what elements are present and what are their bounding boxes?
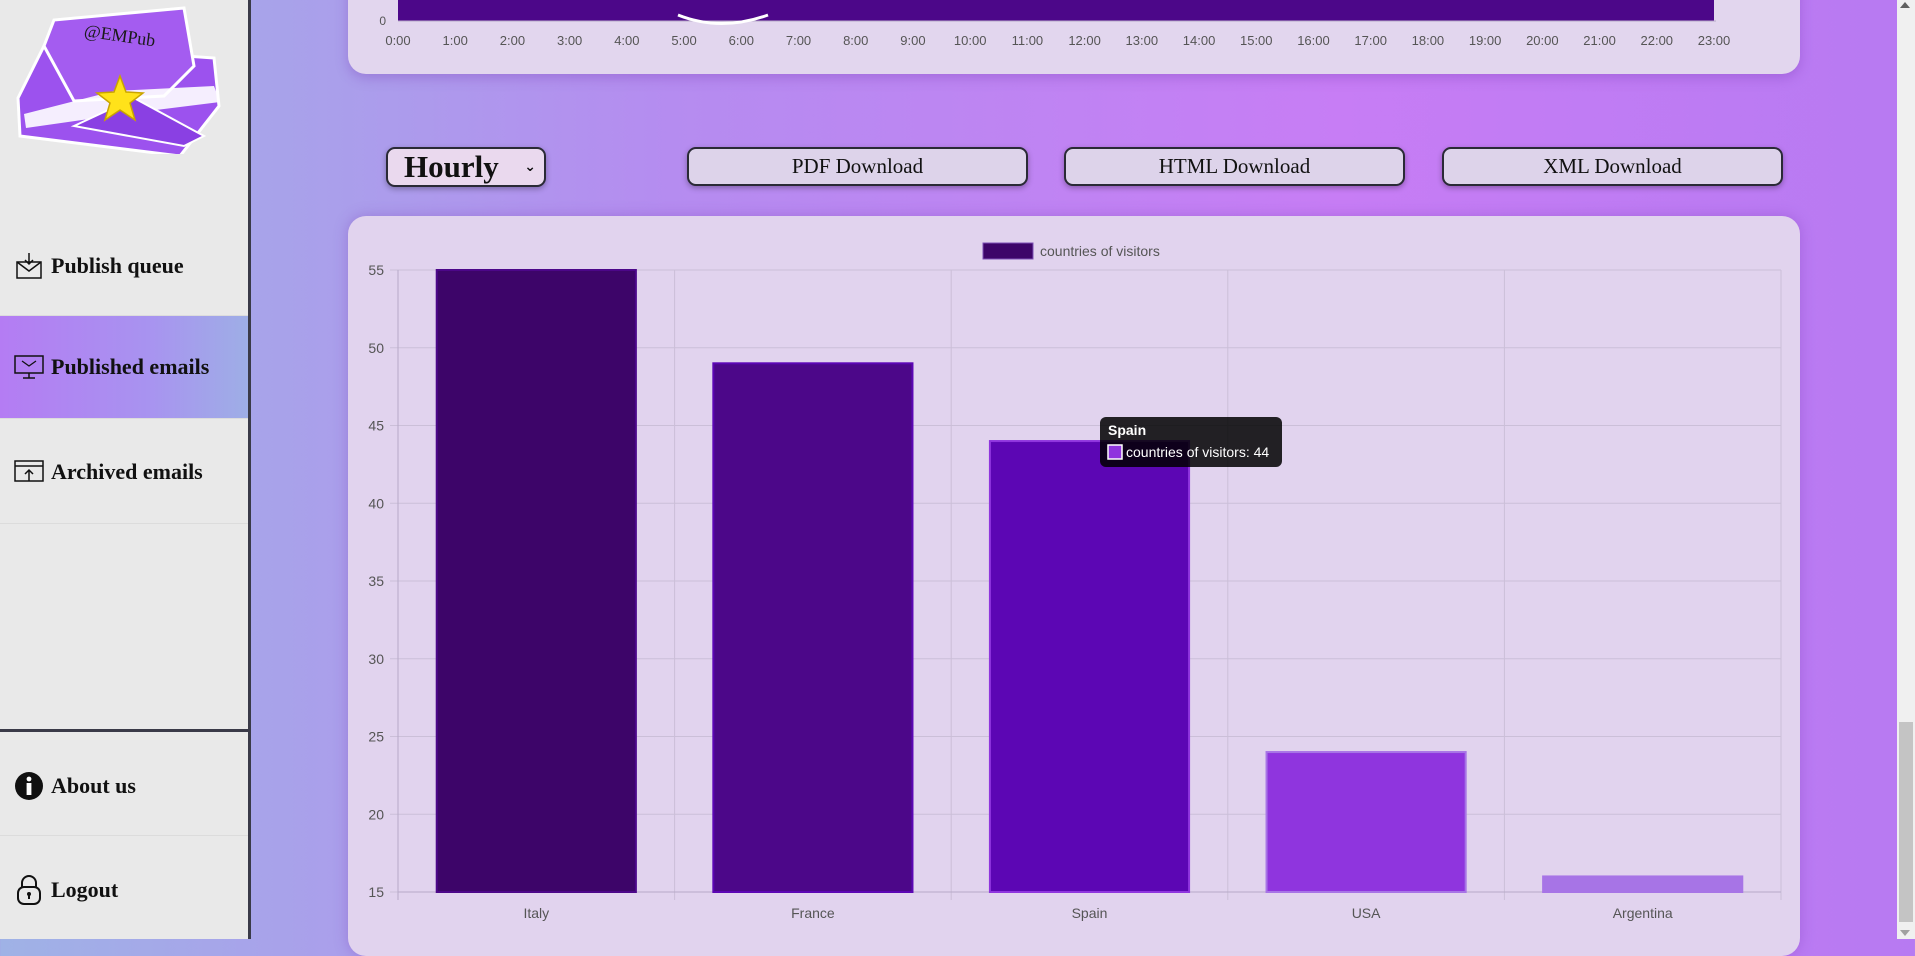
bar-argentina[interactable] xyxy=(1542,875,1744,894)
x-tick-label: 4:00 xyxy=(614,33,639,48)
x-tick-label: 23:00 xyxy=(1698,33,1731,48)
info-icon xyxy=(14,771,44,801)
x-tick-label: 12:00 xyxy=(1068,33,1101,48)
x-tick-label: 2:00 xyxy=(500,33,525,48)
countries-chart-card: 15 20 25 30 35 40 45 50 55 Italy France Spain USA Arg… xyxy=(348,216,1800,956)
xml-download-button[interactable]: XML Download xyxy=(1442,147,1783,186)
x-tick-label: 8:00 xyxy=(843,33,868,48)
chart-legend: countries of visitors xyxy=(982,242,1160,260)
archive-upload-icon xyxy=(14,457,44,487)
sidebar-item-label: Archived emails xyxy=(51,458,203,484)
scroll-thumb[interactable] xyxy=(1899,722,1913,922)
page-scrollbar[interactable] xyxy=(1897,0,1915,939)
y-tick-label: 35 xyxy=(368,573,384,589)
sidebar-item-published-emails[interactable]: Published emails xyxy=(0,316,248,419)
x-tick-label: Italy xyxy=(523,905,549,921)
bar-italy[interactable] xyxy=(435,269,637,893)
period-select[interactable]: Hourly ⌄ xyxy=(386,147,546,187)
x-tick-label: France xyxy=(791,905,835,921)
sidebar-item-label: About us xyxy=(51,772,136,798)
y-tick-label: 20 xyxy=(368,806,384,822)
sidebar-item-label: Published emails xyxy=(51,354,210,379)
chart-tooltip: Spain countries of visitors: 44 xyxy=(1100,417,1282,467)
hourly-chart-card: 0 0:00 1:00 2:00 3:00 4:00 5:00 6:00 7:00 8:00 9:… xyxy=(348,0,1800,74)
bar-france[interactable] xyxy=(712,362,914,894)
bar-spain[interactable] xyxy=(988,440,1191,894)
x-tick-label: 11:00 xyxy=(1012,33,1044,48)
sidebar-item-label: Logout xyxy=(51,877,119,902)
scroll-up-arrow-icon[interactable] xyxy=(1900,2,1910,8)
countries-bar-chart: 15 20 25 30 35 40 45 50 55 Italy France Spain USA Arg… xyxy=(368,242,1782,921)
chevron-down-icon: ⌄ xyxy=(524,159,536,175)
x-tick-label: 20:00 xyxy=(1526,33,1559,48)
y-tick-label: 40 xyxy=(368,495,384,511)
x-tick-label: 7:00 xyxy=(786,33,811,48)
x-tick-label: 14:00 xyxy=(1183,33,1216,48)
bar-usa[interactable] xyxy=(1265,751,1467,893)
scroll-down-arrow-icon[interactable] xyxy=(1900,930,1910,936)
x-tick-label: 18:00 xyxy=(1412,33,1445,48)
tooltip-title: Spain xyxy=(1108,422,1146,438)
y-tick-label: 25 xyxy=(368,729,384,745)
hourly-chart-area xyxy=(398,0,1714,21)
x-tick-label: 10:00 xyxy=(954,33,987,48)
monitor-mail-icon xyxy=(14,352,44,382)
x-tick-label: 22:00 xyxy=(1641,33,1674,48)
x-tick-label: 6:00 xyxy=(729,33,754,48)
x-tick-label: 17:00 xyxy=(1354,33,1387,48)
inbox-download-icon xyxy=(14,251,44,281)
pdf-download-button[interactable]: PDF Download xyxy=(687,147,1028,186)
x-tick-label: USA xyxy=(1352,905,1381,921)
legend-swatch xyxy=(982,242,1034,260)
y-tick-label: 0 xyxy=(379,14,386,28)
x-tick-label: 21:00 xyxy=(1583,33,1616,48)
y-tick-label: 50 xyxy=(368,340,384,356)
sidebar-item-about-us[interactable]: About us xyxy=(0,736,248,836)
x-tick-label: 19:00 xyxy=(1469,33,1502,48)
sidebar-divider xyxy=(0,729,248,732)
x-tick-label: 1:00 xyxy=(443,33,468,48)
sidebar-item-archived-emails[interactable]: Archived emails xyxy=(0,420,248,524)
y-tick-label: 30 xyxy=(368,651,384,667)
html-download-button[interactable]: HTML Download xyxy=(1064,147,1405,186)
lock-icon xyxy=(14,875,44,905)
y-tick-label: 15 xyxy=(368,884,384,900)
tooltip-text: countries of visitors: 44 xyxy=(1126,444,1269,460)
x-tick-label: 13:00 xyxy=(1126,33,1159,48)
x-tick-label: 15:00 xyxy=(1240,33,1273,48)
x-tick-label: Argentina xyxy=(1613,905,1673,921)
sidebar-item-publish-queue[interactable]: Publish queue xyxy=(0,216,248,316)
sidebar-item-label: Publish queue xyxy=(51,252,184,278)
x-tick-label: 5:00 xyxy=(671,33,696,48)
x-tick-label: 0:00 xyxy=(385,33,410,48)
legend-label: countries of visitors xyxy=(1040,243,1160,259)
hourly-chart: 0 0:00 1:00 2:00 3:00 4:00 5:00 6:00 7:00 8:00 9:… xyxy=(379,0,1731,48)
sidebar-item-logout[interactable]: Logout xyxy=(0,840,248,940)
x-tick-label: 16:00 xyxy=(1297,33,1330,48)
x-tick-label: 9:00 xyxy=(900,33,925,48)
tooltip-swatch xyxy=(1107,444,1123,460)
x-tick-label: 3:00 xyxy=(557,33,582,48)
period-select-value: Hourly xyxy=(404,149,499,184)
y-tick-label: 55 xyxy=(368,262,384,278)
x-tick-label: Spain xyxy=(1072,905,1108,921)
y-tick-label: 45 xyxy=(368,418,384,434)
empub-logo[interactable]: @EMPub xyxy=(14,6,226,154)
sidebar: @EMPub Publish queue Published emails Ar… xyxy=(0,0,251,939)
